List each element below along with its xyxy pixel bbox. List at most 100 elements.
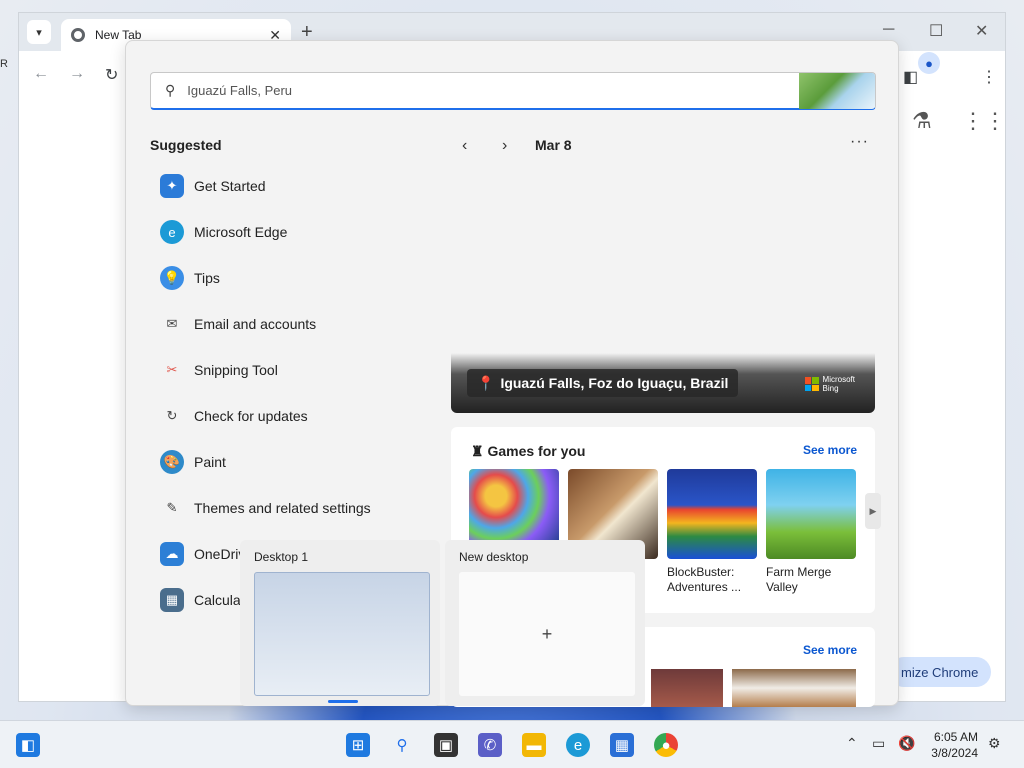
suggested-app-email[interactable]: ✉ Email and accounts xyxy=(160,309,420,339)
brush-icon: ✎ xyxy=(166,500,178,515)
desktop-1-thumbnail[interactable] xyxy=(254,572,430,696)
game-label: BlockBuster: Adventures ... xyxy=(667,565,742,594)
search-taskbar-icon[interactable]: ⚲ xyxy=(390,733,414,757)
location-badge[interactable]: 📍 Iguazú Falls, Foz do Iguaçu, Brazil xyxy=(467,369,739,397)
task-view-icon[interactable]: ▣ xyxy=(434,733,458,757)
farm-merge-thumb xyxy=(766,469,856,559)
reload-icon[interactable]: ↻ xyxy=(105,65,118,85)
taskbar: ◧ ⊞ ⚲ ▣ ✆ ▬ e ▦ ● ⌃ ▭ 🔇 6:05 AM 3/8/2024… xyxy=(0,720,1024,768)
app-label: Microsoft Edge xyxy=(194,224,288,240)
search-input[interactable] xyxy=(187,83,748,98)
games-scroll-right-icon[interactable]: ▶ xyxy=(865,493,881,529)
task-view-desktops: Desktop 1 New desktop + xyxy=(240,540,650,706)
app-label: Get Started xyxy=(194,178,266,194)
notification-icon[interactable]: ⚙ xyxy=(988,735,1001,752)
network-icon[interactable]: ▭ xyxy=(872,735,885,752)
app-label: Tips xyxy=(194,270,220,286)
suggested-app-edge[interactable]: e Microsoft Edge xyxy=(160,217,420,247)
games-title: Games for you xyxy=(487,443,586,459)
date-label: Mar 8 xyxy=(535,137,572,153)
chevron-up-icon[interactable]: ⌃ xyxy=(846,735,858,752)
app-label: Calculat xyxy=(194,592,245,608)
game-tile-blockbuster[interactable]: BlockBuster: Adventures ... xyxy=(667,469,757,595)
forward-arrow-icon[interactable]: → xyxy=(69,65,85,83)
brand-line1: Microsoft xyxy=(822,375,855,384)
game-label: Farm Merge Valley xyxy=(766,565,832,594)
microsoft-bing-logo: Microsoft Bing xyxy=(804,375,855,393)
onedrive-icon: ☁ xyxy=(160,542,184,566)
card2-see-more-link[interactable]: See more xyxy=(803,643,857,657)
search-highlight-hero[interactable]: 📍 Iguazú Falls, Foz do Iguaçu, Brazil Mi… xyxy=(451,353,875,413)
edge-taskbar-icon[interactable]: e xyxy=(566,733,590,757)
game-tile-farm-merge[interactable]: Farm Merge Valley xyxy=(766,469,856,595)
brand-line2: Bing xyxy=(822,384,839,393)
food-thumb-1[interactable] xyxy=(651,669,723,707)
suggested-app-themes[interactable]: ✎ Themes and related settings xyxy=(160,493,420,523)
desktop-icon-edge[interactable]: R xyxy=(0,58,8,70)
refresh-icon: ↻ xyxy=(166,408,178,423)
volume-muted-icon[interactable]: 🔇 xyxy=(898,735,915,752)
microsoft-logo-icon xyxy=(804,377,819,391)
labs-flask-icon[interactable]: ⚗ xyxy=(912,108,932,134)
customize-chrome-button[interactable]: mize Chrome xyxy=(889,657,991,687)
games-heading: ♜ Games for you xyxy=(471,443,585,460)
get-started-icon: ✦ xyxy=(160,174,184,198)
suggested-app-get-started[interactable]: ✦ Get Started xyxy=(160,171,420,201)
minimize-icon[interactable]: ─ xyxy=(883,21,894,39)
menu-dots-icon[interactable]: ⋮ xyxy=(981,67,997,87)
app-label: Paint xyxy=(194,454,226,470)
previous-date-icon[interactable]: ‹ xyxy=(462,137,467,155)
suggested-app-snipping[interactable]: ✂ Snipping Tool xyxy=(160,355,420,385)
new-desktop-label: New desktop xyxy=(459,550,529,564)
add-desktop-icon: + xyxy=(541,623,553,644)
suggested-heading: Suggested xyxy=(150,137,222,153)
tips-icon: 💡 xyxy=(160,266,184,290)
next-date-icon[interactable]: › xyxy=(502,137,507,155)
app-label: Snipping Tool xyxy=(194,362,278,378)
desktop-1-label: Desktop 1 xyxy=(254,550,309,564)
mail-icon: ✉ xyxy=(166,316,178,331)
edge-icon: e xyxy=(160,220,184,244)
app-label: Themes and related settings xyxy=(194,500,371,516)
back-arrow-icon[interactable]: ← xyxy=(33,65,49,83)
suggested-app-tips[interactable]: 💡 Tips xyxy=(160,263,420,293)
location-pin-icon: 📍 xyxy=(477,374,495,391)
active-desktop-indicator xyxy=(328,700,358,703)
app-label: Check for updates xyxy=(194,408,308,424)
search-icon: ⚲ xyxy=(165,82,176,98)
paint-icon: 🎨 xyxy=(160,450,184,474)
new-desktop-card[interactable]: New desktop + xyxy=(445,540,645,706)
chrome-taskbar-icon[interactable]: ● xyxy=(654,733,678,757)
suggested-app-paint[interactable]: 🎨 Paint xyxy=(160,447,420,477)
app-label: Email and accounts xyxy=(194,316,317,332)
search-box[interactable]: ⚲ xyxy=(150,72,876,110)
tab-search-button[interactable]: ▾ xyxy=(27,20,51,44)
chat-icon[interactable]: ✆ xyxy=(478,733,502,757)
blockbuster-thumb xyxy=(667,469,757,559)
scissors-icon: ✂ xyxy=(166,362,178,377)
calculator-icon: ▦ xyxy=(160,588,184,612)
search-highlight-image xyxy=(799,73,875,109)
side-panel-icon[interactable]: ◧ xyxy=(903,67,918,87)
widgets-icon[interactable]: ◧ xyxy=(16,733,40,757)
games-see-more-link[interactable]: See more xyxy=(803,443,857,457)
new-desktop-thumbnail[interactable]: + xyxy=(459,572,635,696)
store-icon[interactable]: ▦ xyxy=(610,733,634,757)
close-window-icon[interactable]: ✕ xyxy=(975,21,988,41)
more-options-icon[interactable]: ··· xyxy=(850,133,869,151)
file-explorer-icon[interactable]: ▬ xyxy=(522,733,546,757)
chrome-favicon-icon xyxy=(71,28,85,42)
system-clock[interactable]: 6:05 AM 3/8/2024 xyxy=(931,729,978,761)
profile-avatar-icon[interactable]: ● xyxy=(918,52,940,74)
suggested-app-updates[interactable]: ↻ Check for updates xyxy=(160,401,420,431)
app-label: OneDriv xyxy=(194,546,246,562)
maximize-icon[interactable]: ☐ xyxy=(929,21,943,41)
chess-piece-icon: ♜ xyxy=(471,443,484,459)
apps-grid-icon[interactable]: ⋮⋮ xyxy=(962,108,1006,134)
clock-time: 6:05 AM xyxy=(933,730,978,744)
clock-date: 3/8/2024 xyxy=(931,746,978,760)
start-windows-icon[interactable]: ⊞ xyxy=(346,733,370,757)
food-thumb-2[interactable] xyxy=(732,669,856,707)
desktop-1-card[interactable]: Desktop 1 xyxy=(240,540,440,706)
chevron-down-icon: ▾ xyxy=(36,26,42,39)
